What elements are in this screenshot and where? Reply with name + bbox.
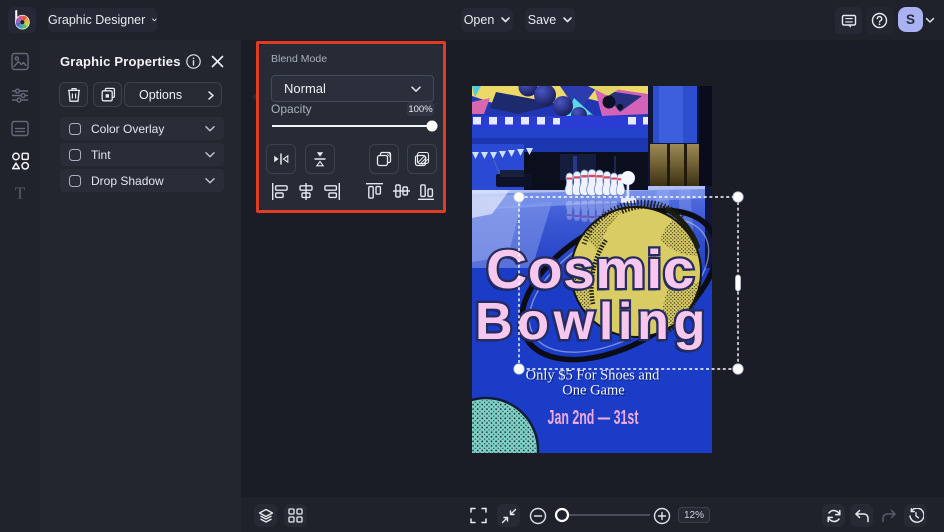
svg-text:Jan 2nd — 31st: Jan 2nd — 31st	[548, 406, 639, 429]
svg-text:One Game: One Game	[562, 383, 624, 399]
svg-text:T: T	[15, 184, 26, 202]
svg-text:Only $5 For Shoes and: Only $5 For Shoes and	[526, 368, 660, 384]
